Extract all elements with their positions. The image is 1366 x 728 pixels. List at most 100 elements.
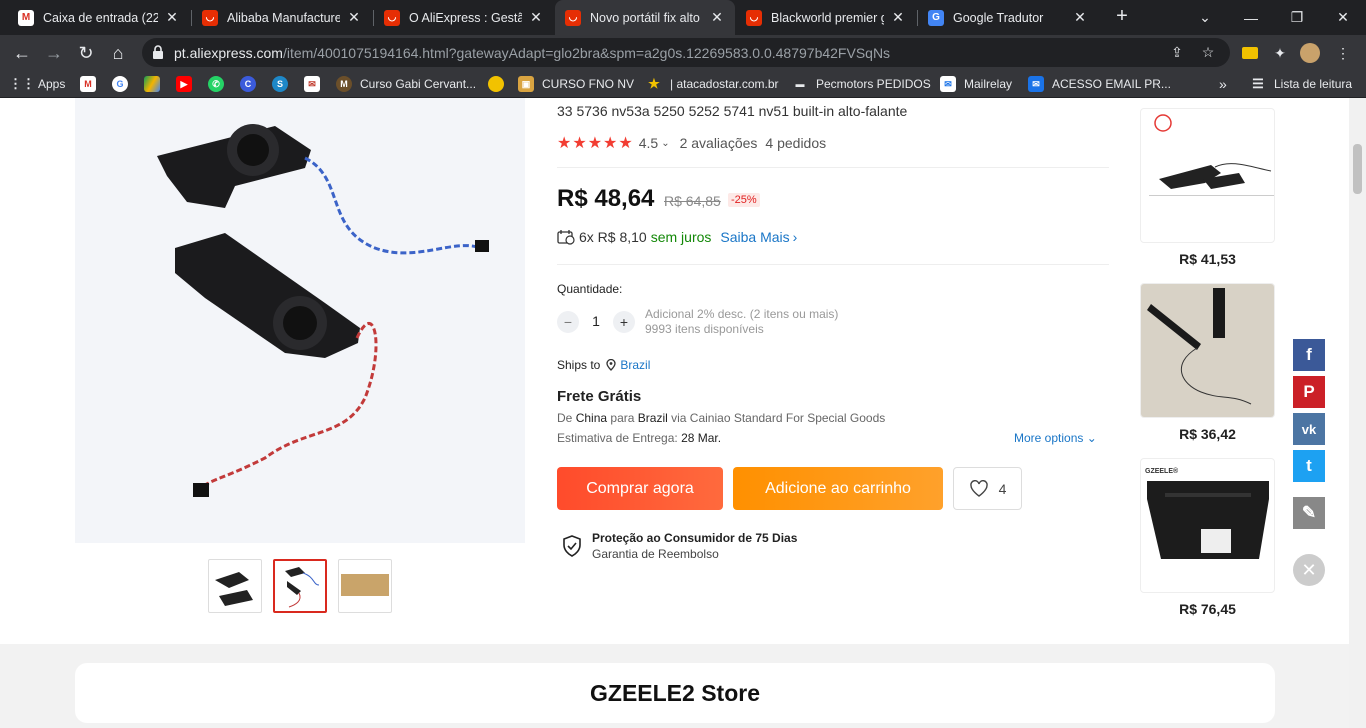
speaker-photo xyxy=(157,124,489,497)
thumbnail-2-selected[interactable] xyxy=(273,559,327,613)
close-icon[interactable]: ✕ xyxy=(890,9,906,26)
quantity-increment-button[interactable]: + xyxy=(613,311,635,333)
discount-badge: -25% xyxy=(728,193,760,207)
available-stock-text: 9993 itens disponíveis xyxy=(645,322,764,336)
tab-search-button[interactable]: ⌄ xyxy=(1182,0,1228,35)
bookmark-drive[interactable] xyxy=(144,75,168,93)
vk-icon[interactable]: vk xyxy=(1293,413,1325,445)
reload-button[interactable]: ↻ xyxy=(72,39,100,67)
close-icon[interactable]: ✕ xyxy=(346,9,362,26)
tab-title: Google Tradutor xyxy=(953,10,1044,25)
wishlist-button[interactable]: 4 xyxy=(953,467,1022,510)
more-options-link[interactable]: More options ⌄ xyxy=(1014,431,1097,445)
tab-gmail[interactable]: M Caixa de entrada (22) ✕ xyxy=(8,0,190,35)
extension-icon[interactable] xyxy=(1240,43,1260,63)
orders-count: 4 pedidos xyxy=(765,135,827,151)
learn-more-link[interactable]: Saiba Mais xyxy=(720,229,789,245)
close-icon[interactable]: ✕ xyxy=(528,9,544,26)
home-button[interactable]: ⌂ xyxy=(104,39,132,67)
bookmark-reading-list[interactable]: ☰ Lista de leitura xyxy=(1250,75,1352,93)
bookmark-star-icon[interactable]: ☆ xyxy=(1199,44,1217,62)
close-window-button[interactable]: ✕ xyxy=(1320,0,1366,35)
divider xyxy=(557,264,1109,265)
interest-free-label: sem juros xyxy=(650,229,712,245)
facebook-icon[interactable]: f xyxy=(1293,339,1325,371)
product-main-image[interactable] xyxy=(75,98,525,543)
bookmarks-overflow-chevron[interactable]: » xyxy=(1219,75,1227,93)
menu-kebab-icon[interactable]: ⋮ xyxy=(1333,43,1353,63)
address-bar[interactable]: pt.aliexpress.com/item/4001075194164.htm… xyxy=(142,38,1230,67)
add-to-cart-button[interactable]: Adicione ao carrinho xyxy=(733,467,943,510)
product-title: 33 5736 nv53a 5250 5252 5741 nv51 built-… xyxy=(557,103,908,119)
close-icon[interactable]: ✕ xyxy=(164,9,180,26)
star-icon: ★ xyxy=(587,135,603,152)
share-page-icon[interactable]: ⇪ xyxy=(1168,44,1186,62)
bookmark-curso-gabi[interactable]: M Curso Gabi Cervant... xyxy=(336,75,476,93)
rating-value[interactable]: 4.5 xyxy=(639,135,658,151)
thumbnail-image xyxy=(215,572,253,606)
tab-blackworld[interactable]: ◡ Blackworld premier glo ✕ xyxy=(736,0,916,35)
bookmark-apps[interactable]: ⋮⋮ Apps xyxy=(9,75,65,93)
recommended-item-1[interactable] xyxy=(1140,108,1275,243)
chevron-right-icon[interactable]: › xyxy=(793,229,798,245)
bookmark-coin[interactable] xyxy=(488,75,512,93)
pinterest-icon[interactable]: P xyxy=(1293,376,1325,408)
page-scrollbar[interactable] xyxy=(1349,98,1366,728)
store-card: GZEELE2 Store xyxy=(75,663,1275,723)
bookmark-google[interactable]: G xyxy=(112,75,136,93)
bookmark-mailrelay[interactable]: ✉ Mailrelay xyxy=(940,75,1012,93)
recommended-item-3[interactable]: GZEELE® xyxy=(1140,458,1275,593)
edit-icon[interactable]: ✎ xyxy=(1293,497,1325,529)
tab-product-active[interactable]: ◡ Novo portátil fix alto f ✕ xyxy=(555,0,735,35)
maximize-button[interactable]: ❐ xyxy=(1274,0,1320,35)
extensions-puzzle-icon[interactable]: ✦ xyxy=(1270,43,1290,63)
star-icon: ★ xyxy=(648,76,660,91)
tab-alibaba[interactable]: ◡ Alibaba Manufacturer ✕ xyxy=(192,0,372,35)
new-tab-button[interactable]: + xyxy=(1110,4,1134,28)
scrollbar-thumb[interactable] xyxy=(1353,144,1362,194)
bookmark-youtube[interactable]: ▶ xyxy=(176,75,200,93)
recommended-item-2[interactable] xyxy=(1140,283,1275,418)
store-section: GZEELE2 Store xyxy=(0,644,1349,728)
quantity-decrement-button[interactable]: − xyxy=(557,311,579,333)
recommended-item-price: R$ 41,53 xyxy=(1179,251,1236,267)
buy-now-button[interactable]: Comprar agora xyxy=(557,467,723,510)
gmail-icon: M xyxy=(18,9,34,26)
star-icon: ★ xyxy=(618,135,633,152)
thumbnail-3[interactable] xyxy=(338,559,392,613)
s-icon: S xyxy=(272,76,288,92)
quantity-value[interactable]: 1 xyxy=(589,313,603,329)
bookmark-whatsapp[interactable]: ✆ xyxy=(208,75,232,93)
bookmark-curso-fno[interactable]: ▣ CURSO FNO NV xyxy=(518,75,634,93)
bookmark-s[interactable]: S xyxy=(272,75,296,93)
back-button[interactable]: ← xyxy=(8,39,36,67)
chevron-down-icon[interactable]: ⌄ xyxy=(661,138,669,149)
twitter-icon[interactable]: t xyxy=(1293,450,1325,482)
bookmark-atacadostar[interactable]: ★ | atacadostar.com.br xyxy=(646,75,778,93)
tab-title: Alibaba Manufacturer xyxy=(227,10,340,25)
divider xyxy=(557,167,1109,168)
bookmark-acesso-email[interactable]: ✉ ACESSO EMAIL PR... xyxy=(1028,75,1171,93)
reviews-count[interactable]: 2 avaliações xyxy=(680,135,758,151)
close-icon[interactable]: ✕ xyxy=(709,9,725,26)
store-name[interactable]: GZEELE2 Store xyxy=(75,680,1275,707)
tab-aliexpress-gestao[interactable]: ◡ O AliExpress : Gestão o ✕ xyxy=(374,0,554,35)
profile-avatar-icon[interactable] xyxy=(1300,43,1320,63)
bookmark-pecmotors[interactable]: ▬ Pecmotors PEDIDOS xyxy=(792,75,931,93)
bookmark-gmail[interactable]: M xyxy=(80,75,104,93)
ships-to-country-link[interactable]: Brazil xyxy=(620,358,650,372)
bookmarks-bar: ⋮⋮ Apps M G ▶ ✆ C S ✉ M Curso Gabi Cervant… xyxy=(0,70,1366,98)
thumbnail-1[interactable] xyxy=(208,559,262,613)
aliexpress-icon: ◡ xyxy=(202,9,218,26)
tab-google-translate[interactable]: G Google Tradutor ✕ xyxy=(918,0,1098,35)
minimize-button[interactable]: — xyxy=(1228,0,1274,35)
whatsapp-icon: ✆ xyxy=(208,76,224,92)
close-icon[interactable]: ✕ xyxy=(1072,9,1088,26)
forward-button[interactable]: → xyxy=(40,39,68,67)
c-icon: C xyxy=(240,76,256,92)
close-share-icon[interactable]: ✕ xyxy=(1293,554,1325,586)
bookmark-c[interactable]: C xyxy=(240,75,264,93)
tab-title: Caixa de entrada (22) xyxy=(43,10,158,25)
current-price: R$ 48,64 xyxy=(557,185,655,212)
bookmark-saved[interactable]: ✉ xyxy=(304,75,328,93)
